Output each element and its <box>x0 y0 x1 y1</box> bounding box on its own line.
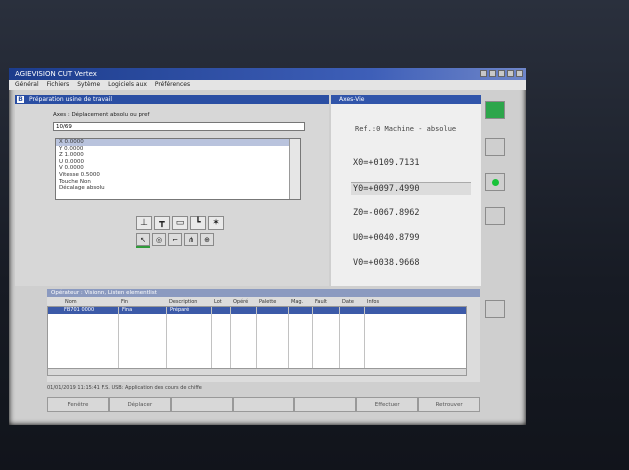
list-item[interactable]: Z 1.0000 <box>56 152 300 159</box>
axis-v-readout: V0=+0038.9668 <box>353 258 420 268</box>
green-dot-icon <box>492 179 499 186</box>
softkey-5[interactable] <box>294 397 357 412</box>
corner-icon[interactable]: ┗ <box>190 216 206 230</box>
window-titlebar: AGIEVISION CUT Vertex <box>9 68 526 80</box>
job-fin-cell: Fina <box>122 307 133 313</box>
softkey-2[interactable]: Déplacer <box>108 397 171 412</box>
col-header[interactable]: Description <box>169 299 197 305</box>
side-button-5[interactable] <box>485 300 505 318</box>
column-divider <box>230 307 231 375</box>
job-name-cell: FB701 0000 <box>64 307 95 313</box>
softkey-bar: Fenêtre Déplacer Effectuer Retrouver <box>47 397 481 412</box>
column-divider <box>211 307 212 375</box>
menu-bar: Général Fichiers Sytème Logiciels aux Pr… <box>9 80 526 90</box>
col-header[interactable]: Mag. <box>291 299 303 305</box>
circle-probe-icon[interactable]: ◎ <box>152 233 166 246</box>
job-list-title: Opérateur : Visionn, Listen elementlist <box>47 289 480 297</box>
t-slot-icon[interactable]: ┳ <box>154 216 170 230</box>
job-list-headers: Nom Fin Description Lot Opéré Palette Ma… <box>47 298 480 306</box>
col-header[interactable]: Date <box>342 299 354 305</box>
menu-preferences[interactable]: Préférences <box>155 81 190 88</box>
list-item[interactable]: Y 0.0000 <box>56 146 300 153</box>
axes-input[interactable]: 10/69 <box>53 122 305 131</box>
job-table[interactable]: FB701 0000 Fina Préparé <box>47 306 467 376</box>
probe-cursor-icon[interactable]: ↖ <box>136 233 150 246</box>
list-item[interactable]: V 0.0000 <box>56 165 300 172</box>
axis-x-readout: X0=+0109.7131 <box>353 158 420 168</box>
axis-y-readout: Y0=+0097.4990 <box>351 182 471 195</box>
axes-listbox[interactable]: X 0.0000 Y 0.0000 Z 1.0000 U 0.0000 V 0.… <box>55 138 301 200</box>
list-item[interactable]: Vitesse 0.5000 <box>56 172 300 179</box>
square-icon[interactable]: ▭ <box>172 216 188 230</box>
preparation-title: Préparation usine de travail <box>29 96 113 103</box>
col-header[interactable]: Fin <box>121 299 128 305</box>
menu-general[interactable]: Général <box>15 81 39 88</box>
cnc-screen: AGIEVISION CUT Vertex Général Fichiers S… <box>9 68 526 425</box>
softkey-3[interactable] <box>170 397 233 412</box>
axis-z-readout: Z0=-0067.8962 <box>353 208 420 218</box>
star-icon[interactable]: ✶ <box>208 216 224 230</box>
column-divider <box>288 307 289 375</box>
axes-field-label: Axes : Déplacement absolu ou pref <box>53 112 150 118</box>
table-horizontal-scrollbar[interactable] <box>48 368 466 375</box>
col-header[interactable]: Infos <box>367 299 379 305</box>
menu-files[interactable]: Fichiers <box>47 81 70 88</box>
column-divider <box>339 307 340 375</box>
softkey-6[interactable]: Effectuer <box>356 397 419 412</box>
status-bar: 01/01/2019 11:15:41 F.S. USB: Applicatio… <box>47 385 202 391</box>
table-row[interactable]: FB701 0000 Fina Préparé <box>48 307 466 314</box>
col-header[interactable]: Opéré <box>233 299 248 305</box>
side-button-2[interactable] <box>485 138 505 156</box>
panel-badge: B <box>17 96 24 103</box>
list-item[interactable]: X 0.0000 <box>56 139 300 146</box>
menu-software[interactable]: Logiciels aux <box>108 81 147 88</box>
column-divider <box>118 307 119 375</box>
col-header[interactable]: Palette <box>259 299 276 305</box>
softkey-4[interactable] <box>232 397 295 412</box>
side-button-4[interactable] <box>485 207 505 225</box>
col-header[interactable]: Fault <box>315 299 327 305</box>
column-divider <box>256 307 257 375</box>
list-item[interactable]: U 0.0000 <box>56 159 300 166</box>
run-button[interactable] <box>485 173 505 191</box>
minimize-icon[interactable] <box>480 70 487 77</box>
list-item[interactable]: Décalage absolu <box>56 185 300 192</box>
menu-system[interactable]: Sytème <box>77 81 100 88</box>
window-controls <box>480 70 523 77</box>
preparation-header: B Préparation usine de travail <box>15 95 329 104</box>
close-icon[interactable] <box>516 70 523 77</box>
axes-view-title: Axes-Vie <box>331 95 481 104</box>
tool-set-icon[interactable]: ⊕ <box>200 233 214 246</box>
start-button[interactable] <box>485 101 505 119</box>
softkey-1[interactable]: Fenêtre <box>47 397 109 412</box>
job-list-panel: Opérateur : Visionn, Listen elementlist … <box>47 289 480 382</box>
col-header[interactable]: Lot <box>214 299 222 305</box>
column-divider <box>364 307 365 375</box>
column-divider <box>312 307 313 375</box>
column-divider <box>166 307 167 375</box>
help-icon[interactable] <box>507 70 514 77</box>
edge-icon[interactable]: ⌐ <box>168 233 182 246</box>
job-desc-cell: Préparé <box>170 307 190 313</box>
maximize-icon[interactable] <box>498 70 505 77</box>
axis-u-readout: U0=+0040.8799 <box>353 233 420 243</box>
softkey-7[interactable]: Retrouver <box>418 397 481 412</box>
col-header[interactable]: Nom <box>65 299 77 305</box>
reference-text: Ref.:0 Machine - absolue <box>355 125 457 133</box>
restore-icon[interactable] <box>489 70 496 77</box>
axes-view-panel: Axes-Vie Ref.:0 Machine - absolue X0=+01… <box>331 95 481 286</box>
window-title: AGIEVISION CUT Vertex <box>15 70 97 78</box>
probe-icon[interactable]: ⊥ <box>136 216 152 230</box>
fan-icon[interactable]: ⋔ <box>184 233 198 246</box>
selected-tool-indicator <box>136 246 150 248</box>
listbox-scrollbar[interactable] <box>289 139 300 199</box>
